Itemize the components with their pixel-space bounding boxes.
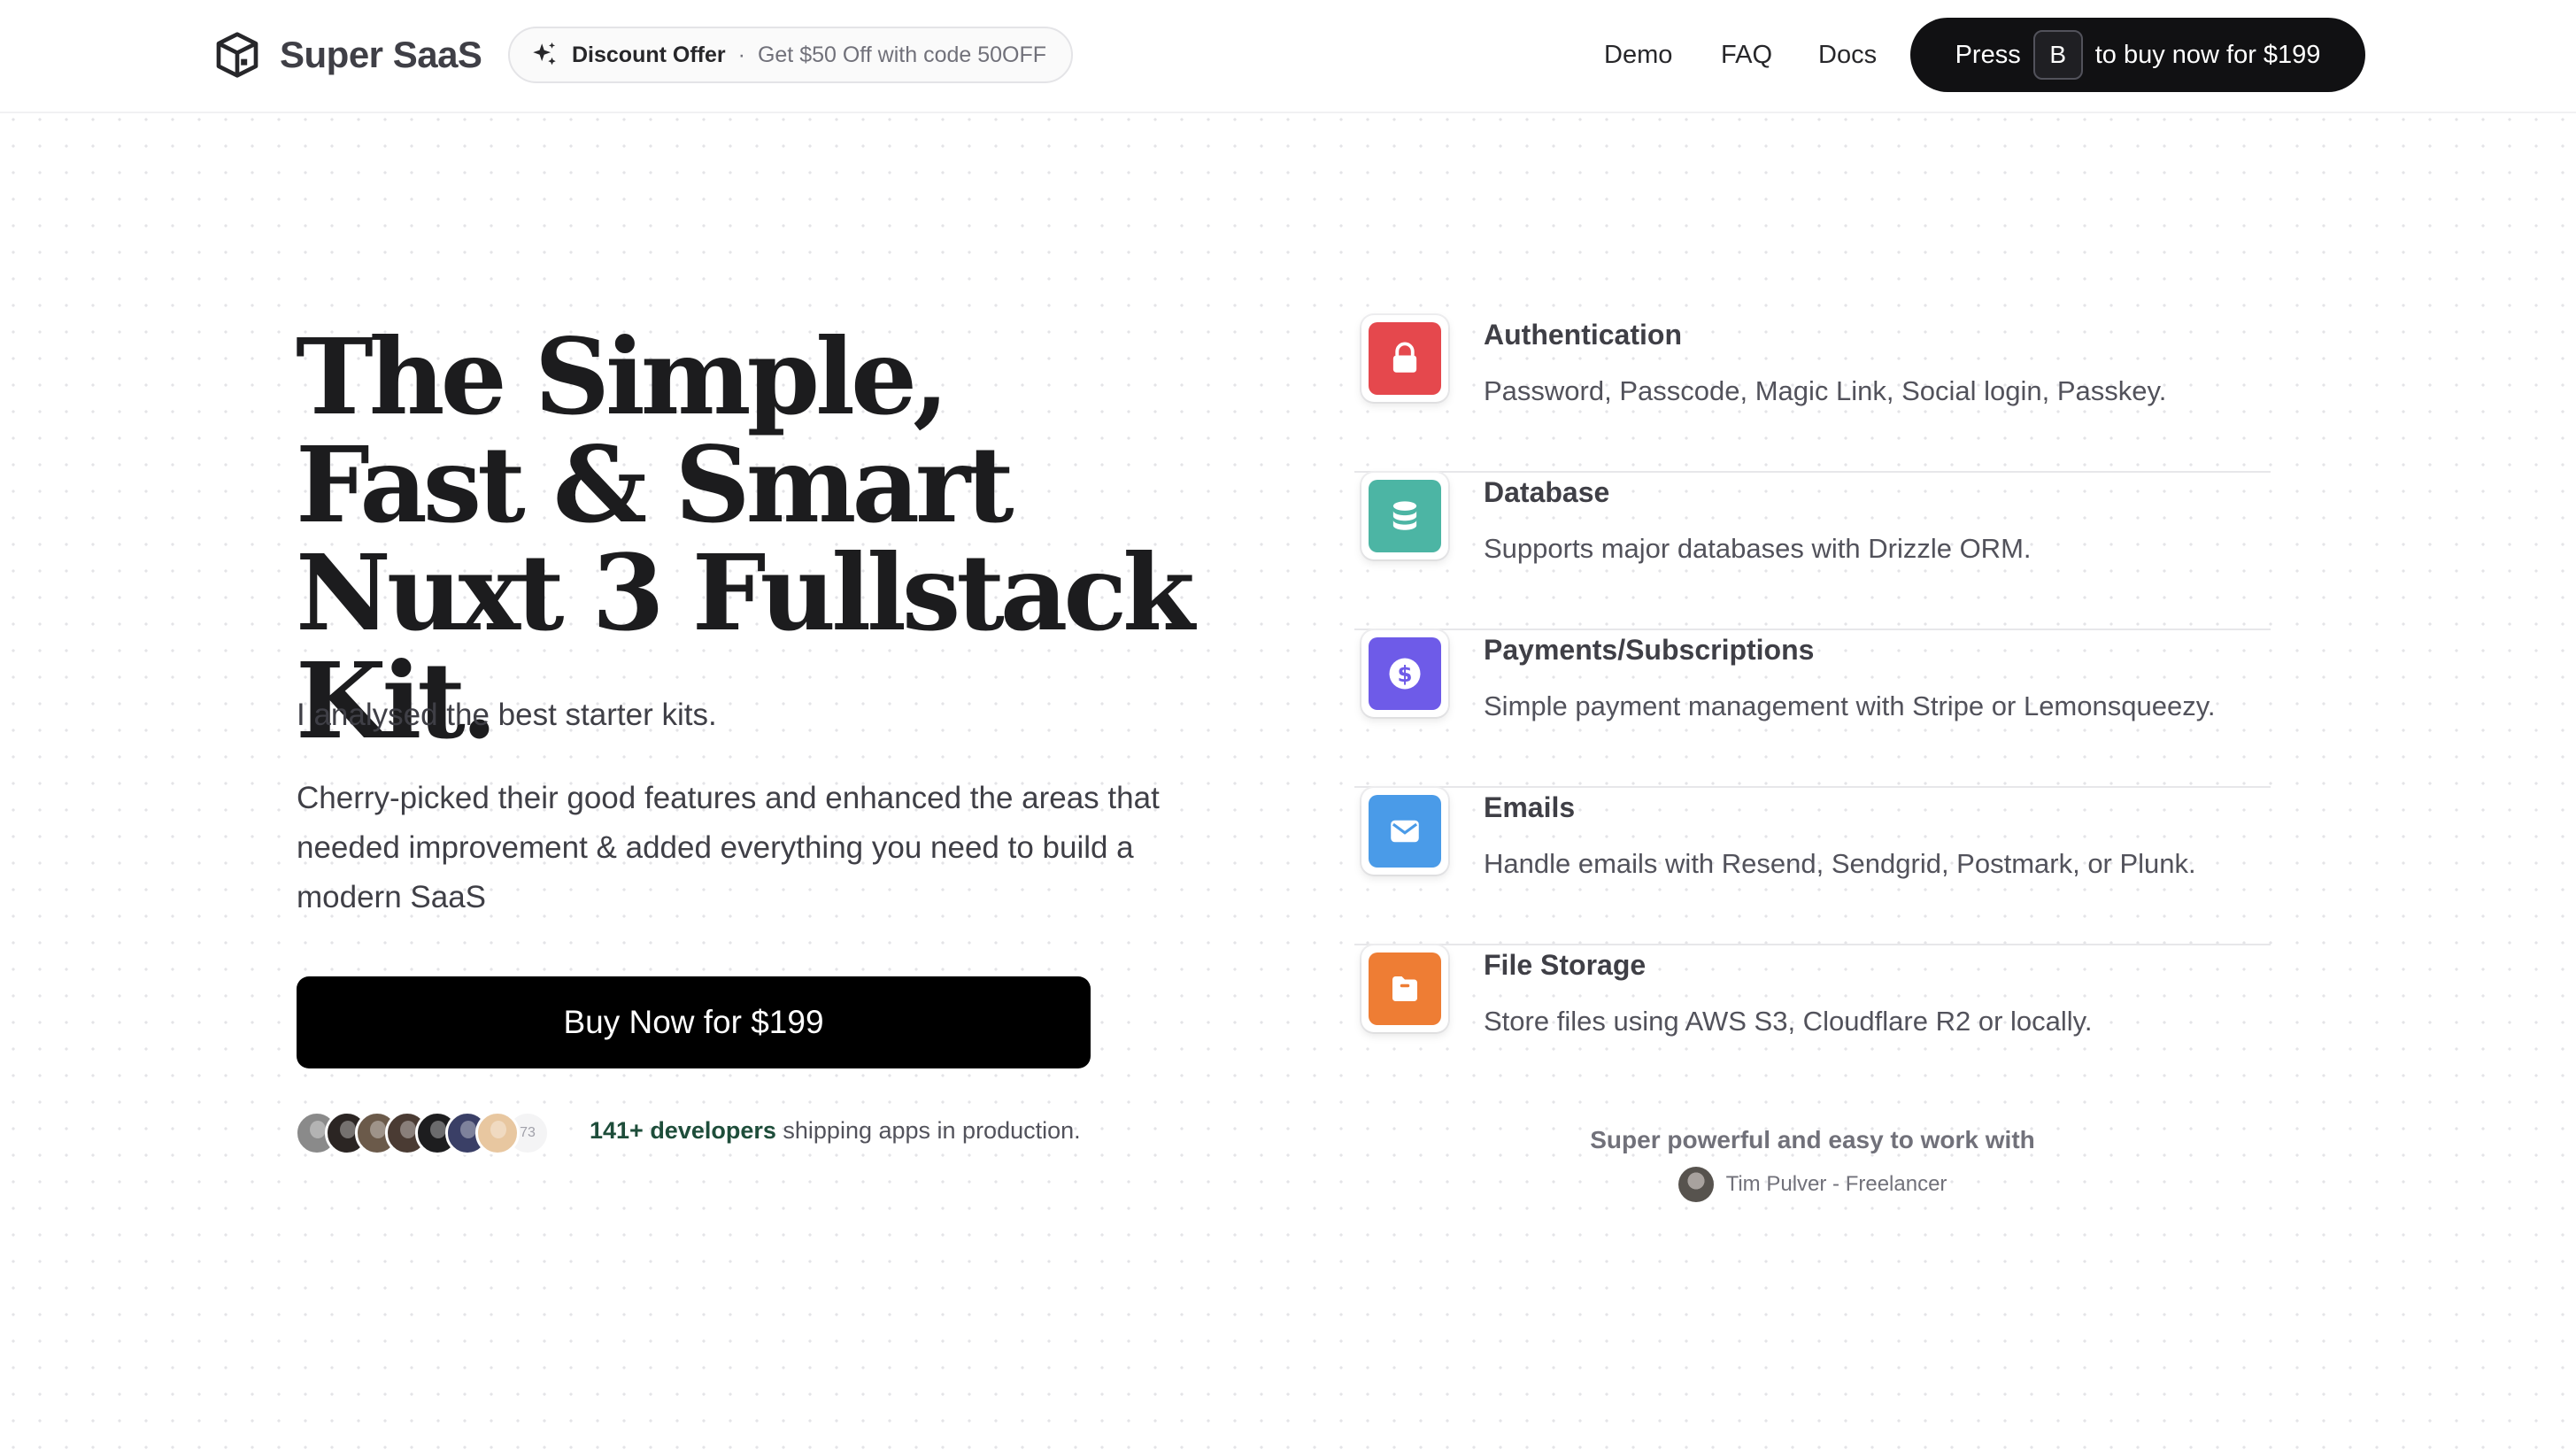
keyboard-shortcut-key: B (2032, 30, 2083, 80)
feature-title: File Storage (1484, 949, 1647, 981)
nav-link-demo[interactable]: Demo (1604, 27, 1672, 83)
feature-description: Simple payment management with Stripe or… (1484, 690, 2216, 721)
feature-icon-tile (1361, 788, 1448, 875)
folder-icon (1369, 953, 1441, 1025)
nav-link-docs[interactable]: Docs (1818, 27, 1877, 83)
svg-text:$: $ (1397, 661, 1412, 687)
feature-description: Supports major databases with Drizzle OR… (1484, 533, 2032, 564)
testimonial-author: Tim Pulver - Freelancer (1354, 1167, 2271, 1202)
cta-suffix: to buy now for $199 (2094, 40, 2321, 69)
feature-authentication: Authentication Password, Passcode, Magic… (1354, 315, 2271, 473)
cta-prefix: Press (1955, 40, 2021, 69)
discount-offer-badge[interactable]: Discount Offer · Get $50 Off with code 5… (508, 27, 1073, 83)
mail-icon (1369, 795, 1441, 868)
feature-description: Store files using AWS S3, Cloudflare R2 … (1484, 1006, 2093, 1037)
feature-icon-tile (1361, 945, 1448, 1032)
discount-title: Discount Offer (572, 42, 726, 67)
feature-icon-tile (1361, 315, 1448, 402)
database-icon (1369, 480, 1441, 552)
hero-title: The Simple, Fast & Smart Nuxt 3 Fullstac… (296, 315, 1195, 762)
discount-text: Get $50 Off with code 50OFF (757, 42, 1047, 67)
feature-payments: $ Payments/Subscriptions Simple payment … (1354, 630, 2271, 788)
feature-file-storage: File Storage Store files using AWS S3, C… (1354, 945, 2271, 1103)
feature-emails: Emails Handle emails with Resend, Sendgr… (1354, 788, 2271, 945)
lock-icon (1369, 322, 1441, 395)
hero-description: Cherry-picked their good features and en… (297, 781, 1160, 914)
feature-title: Database (1484, 476, 1610, 508)
avatar (475, 1111, 520, 1155)
testimonial-quote: Super powerful and easy to work with (1590, 1126, 2035, 1153)
brand-logo[interactable]: Super SaaS (212, 27, 482, 83)
social-proof: 141+ developers shipping apps in product… (590, 1117, 1081, 1145)
buy-now-button[interactable]: Buy Now for $199 (297, 976, 1091, 1068)
feature-title: Authentication (1484, 319, 1682, 351)
site-header: Super SaaS Discount Offer · Get $50 Off … (0, 0, 2576, 113)
feature-title: Payments/Subscriptions (1484, 634, 1815, 666)
author-name: Tim Pulver - Freelancer (1725, 1172, 1947, 1196)
brand-name: Super SaaS (280, 34, 482, 75)
feature-description: Handle emails with Resend, Sendgrid, Pos… (1484, 848, 2196, 879)
feature-title: Emails (1484, 791, 1576, 823)
feature-database: Database Supports major databases with D… (1354, 473, 2271, 630)
developer-count: 141+ developers (590, 1117, 776, 1144)
hero-intro: I analysed the best starter kits. (297, 698, 717, 732)
discount-separator: · (737, 42, 745, 67)
social-proof-text: shipping apps in production. (783, 1117, 1081, 1144)
feature-icon-tile (1361, 473, 1448, 559)
buy-now-header-button[interactable]: Press B to buy now for $199 (1910, 18, 2365, 92)
feature-icon-tile: $ (1361, 630, 1448, 717)
nav-link-faq[interactable]: FAQ (1721, 27, 1772, 83)
feature-description: Password, Passcode, Magic Link, Social l… (1484, 375, 2167, 406)
avatar (1677, 1167, 1714, 1202)
dollar-icon: $ (1369, 637, 1441, 710)
developer-avatars: 73 (295, 1111, 550, 1155)
cube-logo-icon (216, 32, 258, 78)
sparkles-icon (533, 42, 556, 66)
